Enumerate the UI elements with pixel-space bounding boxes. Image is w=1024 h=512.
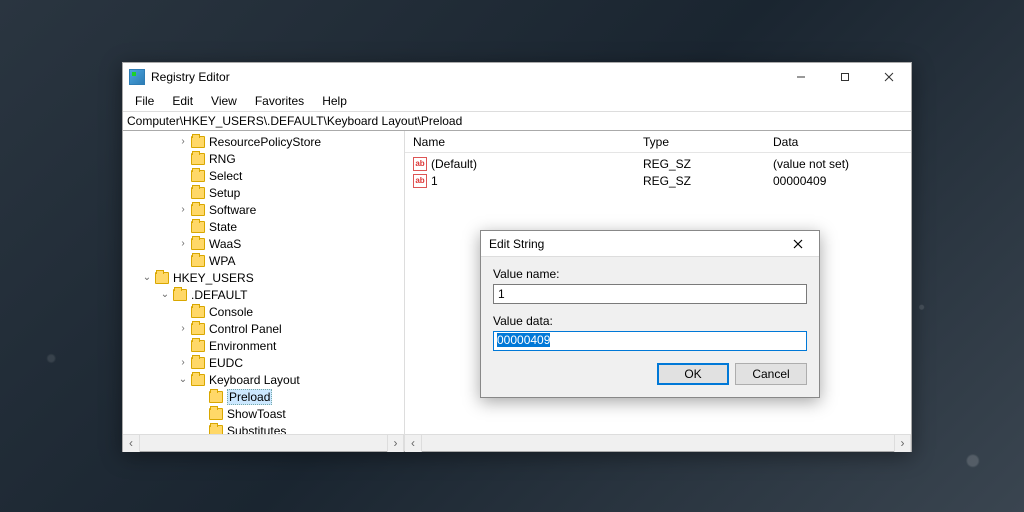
scroll-left-icon[interactable]: ‹ [405,435,422,452]
folder-icon [191,221,205,233]
folder-icon [191,374,205,386]
value-type: REG_SZ [635,157,765,171]
address-text: Computer\HKEY_USERS\.DEFAULT\Keyboard La… [127,114,462,128]
value-data: (value not set) [765,157,911,171]
collapse-icon[interactable]: ⌄ [159,289,171,300]
folder-icon [191,153,205,165]
list-row[interactable]: (Default) REG_SZ (value not set) [405,155,911,172]
window-title: Registry Editor [151,70,230,84]
expand-icon[interactable]: › [177,323,189,334]
value-name: (Default) [431,157,477,171]
address-bar[interactable]: Computer\HKEY_USERS\.DEFAULT\Keyboard La… [123,111,911,131]
value-data-field[interactable]: 00000409 [493,331,807,351]
menu-edit[interactable]: Edit [164,93,201,109]
tree-item[interactable]: ›ResourcePolicyStore [123,133,404,150]
expand-icon[interactable]: › [177,238,189,249]
menu-help[interactable]: Help [314,93,355,109]
titlebar[interactable]: Registry Editor [123,63,911,91]
collapse-icon[interactable]: ⌄ [141,272,153,283]
tree-item-hkeyusers[interactable]: ⌄HKEY_USERS [123,269,404,286]
ok-button[interactable]: OK [657,363,729,385]
folder-icon [191,170,205,182]
menubar: File Edit View Favorites Help [123,91,911,111]
dialog-close-button[interactable] [785,231,811,257]
tree-item[interactable]: Substitutes [123,422,404,434]
tree-item[interactable]: Environment [123,337,404,354]
folder-icon [191,340,205,352]
tree-item-preload[interactable]: Preload [123,388,404,405]
folder-icon [191,136,205,148]
tree-item[interactable]: Select [123,167,404,184]
dialog-body: Value name: Value data: 00000409 OK Canc… [481,257,819,397]
folder-icon [191,204,205,216]
menu-favorites[interactable]: Favorites [247,93,312,109]
string-value-icon [413,157,427,171]
tree-item[interactable]: State [123,218,404,235]
folder-icon [173,289,187,301]
col-name[interactable]: Name [405,132,635,152]
col-data[interactable]: Data [765,132,911,152]
scroll-left-icon[interactable]: ‹ [123,435,140,452]
folder-icon [191,323,205,335]
menu-view[interactable]: View [203,93,245,109]
value-name-field[interactable] [493,284,807,304]
collapse-icon[interactable]: ⌄ [177,374,189,385]
tree-item[interactable]: Setup [123,184,404,201]
scroll-right-icon[interactable]: › [387,435,404,452]
tree-item[interactable]: ›EUDC [123,354,404,371]
expand-icon[interactable]: › [177,204,189,215]
folder-icon [155,272,169,284]
value-data: 00000409 [765,174,911,188]
scroll-right-icon[interactable]: › [894,435,911,452]
folder-icon [191,255,205,267]
dialog-title: Edit String [489,237,544,251]
value-type: REG_SZ [635,174,765,188]
maximize-button[interactable] [823,63,867,91]
tree-item[interactable]: ShowToast [123,405,404,422]
folder-icon [191,357,205,369]
tree-item[interactable]: Console [123,303,404,320]
folder-icon [191,238,205,250]
menu-file[interactable]: File [127,93,162,109]
tree-item[interactable]: RNG [123,150,404,167]
value-name: 1 [431,174,438,188]
cancel-button[interactable]: Cancel [735,363,807,385]
minimize-button[interactable] [779,63,823,91]
col-type[interactable]: Type [635,132,765,152]
tree-item[interactable]: ›Control Panel [123,320,404,337]
edit-string-dialog: Edit String Value name: Value data: 0000… [480,230,820,398]
tree-view[interactable]: ›ResourcePolicyStore RNG Select Setup ›S… [123,131,404,434]
expand-icon[interactable]: › [177,136,189,147]
value-name-label: Value name: [493,267,807,281]
tree-item[interactable]: ›WaaS [123,235,404,252]
value-data-text: 00000409 [497,333,550,347]
tree-pane: ›ResourcePolicyStore RNG Select Setup ›S… [123,131,405,451]
tree-hscrollbar[interactable]: ‹ › [123,434,404,451]
list-header: Name Type Data [405,131,911,153]
dialog-titlebar[interactable]: Edit String [481,231,819,257]
value-data-label: Value data: [493,314,807,328]
folder-icon [209,425,223,435]
close-button[interactable] [867,63,911,91]
expand-icon[interactable]: › [177,357,189,368]
folder-icon [209,391,223,403]
tree-item-keyboardlayout[interactable]: ⌄Keyboard Layout [123,371,404,388]
tree-item-default[interactable]: ⌄.DEFAULT [123,286,404,303]
folder-icon [209,408,223,420]
dialog-buttons: OK Cancel [493,363,807,385]
folder-icon [191,187,205,199]
string-value-icon [413,174,427,188]
list-hscrollbar[interactable]: ‹ › [405,434,911,451]
tree-item[interactable]: ›Software [123,201,404,218]
window-controls [779,63,911,91]
app-icon [129,69,145,85]
folder-icon [191,306,205,318]
tree-item[interactable]: WPA [123,252,404,269]
list-row[interactable]: 1 REG_SZ 00000409 [405,172,911,189]
